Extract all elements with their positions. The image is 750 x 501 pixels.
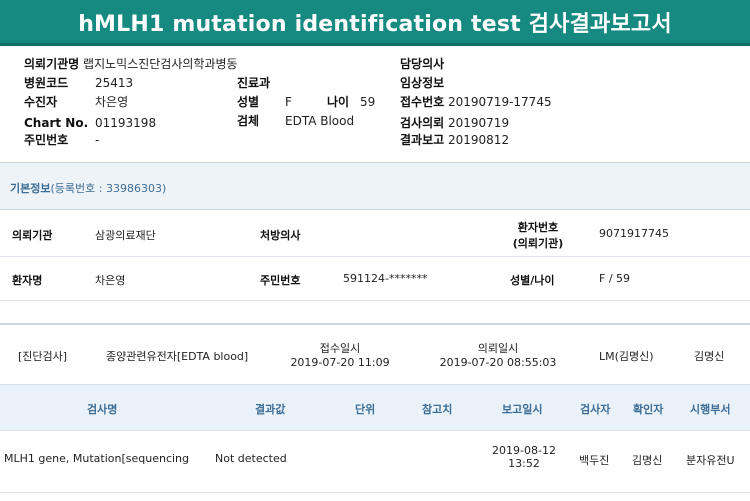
age-label: 나이 <box>327 95 350 109</box>
rrn-label: 주민번호 <box>24 133 69 147</box>
requested-datetime: 의뢰일시 2019-07-20 08:55:03 <box>433 340 563 369</box>
hospital-code-label: 병원코드 <box>24 76 69 90</box>
sex-age-label: 성별/나이 <box>510 274 555 287</box>
received-datetime: 접수일시 2019-07-20 11:09 <box>280 340 400 369</box>
patient-number-label-line1: 환자번호 <box>517 221 559 234</box>
report-date-value: 20190812 <box>448 133 510 147</box>
accession-no-value: 20190719-17745 <box>448 95 552 109</box>
specimen-value: EDTA Blood <box>285 114 355 128</box>
chart-no-value: 01193198 <box>95 116 157 130</box>
specimen-label: 검체 <box>237 114 260 128</box>
requested-label: 의뢰일시 <box>477 342 519 355</box>
result-value: Not detected <box>215 452 287 465</box>
registration-number: (등록번호 : 33986303) <box>50 182 167 195</box>
result-report-date: 2019-08-12 <box>492 444 556 457</box>
age-value: 59 <box>360 95 376 109</box>
result-department: 분자유전U <box>686 454 735 467</box>
order-doctor: 김명신 <box>694 350 725 363</box>
col-confirmer: 확인자 <box>633 403 664 416</box>
patient-name-value: 차은영 <box>95 274 126 287</box>
result-confirmer: 김명신 <box>632 454 663 467</box>
patient-row-divider <box>0 256 750 257</box>
order-category: [진단검사] <box>18 350 68 363</box>
patient-section-bottom <box>0 300 750 301</box>
accession-no-label: 접수번호 <box>400 95 445 109</box>
sex-label: 성별 <box>237 95 260 109</box>
institution-name-label: 의뢰기관명 <box>24 57 80 71</box>
col-result: 결과값 <box>255 403 286 416</box>
rrn-value: - <box>95 133 100 147</box>
order-divider <box>0 323 750 325</box>
prescribing-doctor-label: 처방의사 <box>260 229 301 242</box>
sex-value: F <box>285 95 292 109</box>
order-lm: LM(김명신) <box>599 350 654 363</box>
report-date-label: 결과보고 <box>400 133 445 147</box>
institution-name-value: 랩지노믹스진단검사의학과병동 <box>83 57 238 71</box>
patient-number-label-line2: (의뢰기관) <box>512 237 564 250</box>
basic-info-bar: 기본정보(등록번호 : 33986303) <box>0 163 750 210</box>
basic-info-title: 기본정보 <box>10 182 51 195</box>
header-left-column: 의뢰기관명 랩지노믹스진단검사의학과병동 <box>24 55 238 74</box>
received-value: 2019-07-20 11:09 <box>290 356 390 369</box>
order-test-name: 종양관련유전자[EDTA blood] <box>106 350 249 363</box>
report-title: hMLH1 mutation identification test 검사결과보… <box>0 0 750 46</box>
patient-institution-value: 삼광의료재단 <box>95 229 156 242</box>
department-label: 진료과 <box>237 76 271 90</box>
sex-age-value: F / 59 <box>599 272 631 285</box>
patient-rrn-value: 591124-******* <box>343 272 428 285</box>
request-date-label: 검사의뢰 <box>400 116 445 130</box>
request-date-value: 20190719 <box>448 116 510 130</box>
patient-number-value: 9071917745 <box>599 227 669 240</box>
chart-no-label: Chart No. <box>24 116 89 130</box>
result-test-name: MLH1 gene, Mutation[sequencing <box>4 452 189 465</box>
hospital-code-value: 25413 <box>95 76 134 90</box>
patient-number-label: 환자번호 (의뢰기관) <box>507 219 569 251</box>
patient-name-label: 환자명 <box>12 274 43 287</box>
result-report-datetime: 2019-08-12 13:52 <box>488 444 560 470</box>
attending-doctor-label: 담당의사 <box>400 57 445 71</box>
col-unit: 단위 <box>355 403 376 416</box>
col-reference: 참고치 <box>422 403 453 416</box>
col-test-name: 검사명 <box>87 403 118 416</box>
patient-rrn-label: 주민번호 <box>260 274 301 287</box>
received-label: 접수일시 <box>319 342 361 355</box>
col-tester: 검사자 <box>580 403 611 416</box>
patient-label: 수진자 <box>24 95 58 109</box>
requested-value: 2019-07-20 08:55:03 <box>439 356 557 369</box>
patient-value: 차은영 <box>95 95 129 109</box>
patient-institution-label: 의뢰기관 <box>12 229 53 242</box>
col-department: 시행부서 <box>690 403 731 416</box>
result-tester: 백두진 <box>579 454 610 467</box>
clinical-info-label: 임상정보 <box>400 76 445 90</box>
result-report-time: 13:52 <box>508 457 540 470</box>
col-report-date: 보고일시 <box>502 403 543 416</box>
results-bottom-line <box>0 492 750 493</box>
